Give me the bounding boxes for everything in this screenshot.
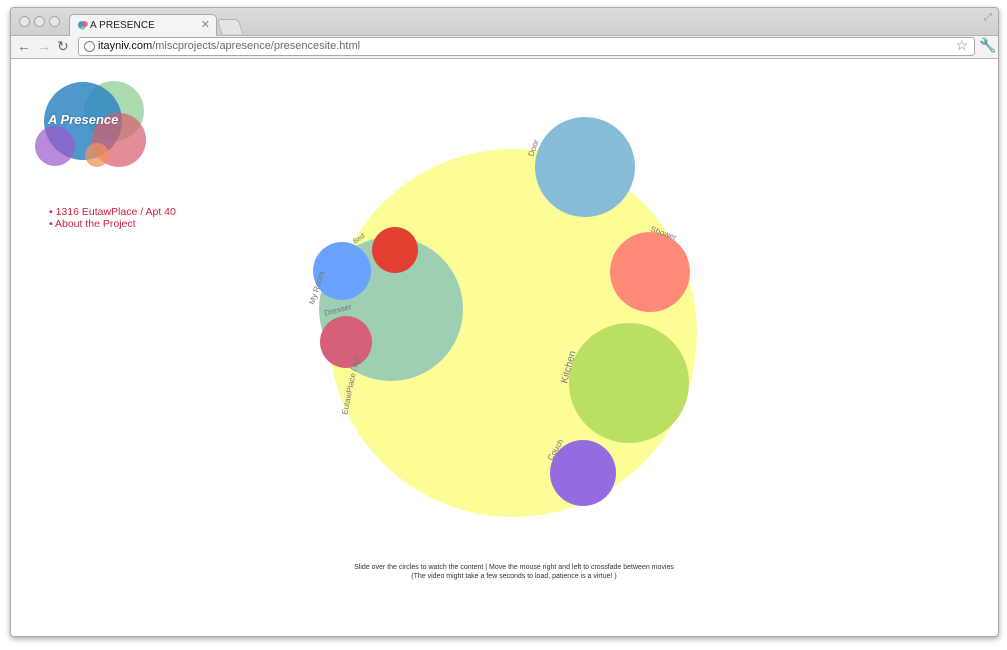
logo-circle-purple — [35, 126, 75, 166]
url-domain: itayniv.com — [98, 40, 153, 52]
close-icon[interactable]: ✕ — [201, 18, 210, 31]
tab-a-presence[interactable]: A PRESENCE ✕ — [69, 14, 217, 36]
url-text: itayniv.com/miscprojects/apresence/prese… — [98, 40, 360, 52]
url-path: /miscprojects/apresence/presencesite.htm… — [152, 40, 361, 52]
logo-circle-orange — [85, 143, 109, 167]
star-icon[interactable]: ☆ — [955, 37, 968, 54]
zoom-window-button[interactable] — [49, 16, 60, 27]
circle-door[interactable] — [535, 117, 635, 217]
circle-bed[interactable] — [372, 227, 418, 273]
circle-dresser[interactable] — [320, 316, 372, 368]
forward-arrow-icon[interactable]: → — [37, 38, 51, 54]
page-content: Door Shower Kitchen Couch Bed Dresser My… — [11, 59, 998, 636]
wrench-icon[interactable]: 🔧 — [979, 37, 996, 54]
globe-icon — [84, 41, 95, 52]
fullscreen-icon[interactable]: ⤢ — [984, 12, 992, 23]
instructions-line-2: (The video might take a few seconds to l… — [411, 573, 617, 580]
circles-canvas: Door Shower Kitchen Couch Bed Dresser My… — [35, 81, 697, 517]
link-about[interactable]: • About the Project — [49, 218, 176, 230]
instructions: Slide over the circles to watch the cont… — [11, 563, 998, 581]
new-tab-button[interactable] — [216, 19, 244, 34]
close-window-button[interactable] — [19, 16, 30, 27]
circle-blue-small[interactable] — [313, 242, 371, 300]
address-bar[interactable]: itayniv.com/miscprojects/apresence/prese… — [78, 37, 975, 56]
browser-window: A PRESENCE ✕ ⤢ ← → ↻ itayniv.com/miscpro… — [10, 7, 999, 637]
toolbar: ← → ↻ itayniv.com/miscprojects/apresence… — [11, 36, 998, 59]
instructions-line-1: Slide over the circles to watch the cont… — [354, 564, 674, 571]
tab-title: A PRESENCE — [90, 20, 155, 31]
tab-strip: A PRESENCE ✕ ⤢ — [11, 8, 998, 36]
circle-kitchen[interactable] — [569, 323, 689, 443]
logo-text[interactable]: A Presence — [48, 112, 118, 127]
link-address[interactable]: • 1316 EutawPlace / Apt 40 — [49, 206, 176, 218]
back-arrow-icon[interactable]: ← — [17, 38, 31, 54]
nav-links: • 1316 EutawPlace / Apt 40 • About the P… — [49, 206, 176, 230]
favicon-icon — [78, 21, 88, 30]
reload-icon[interactable]: ↻ — [57, 38, 69, 54]
minimize-window-button[interactable] — [34, 16, 45, 27]
circle-shower[interactable] — [610, 232, 690, 312]
